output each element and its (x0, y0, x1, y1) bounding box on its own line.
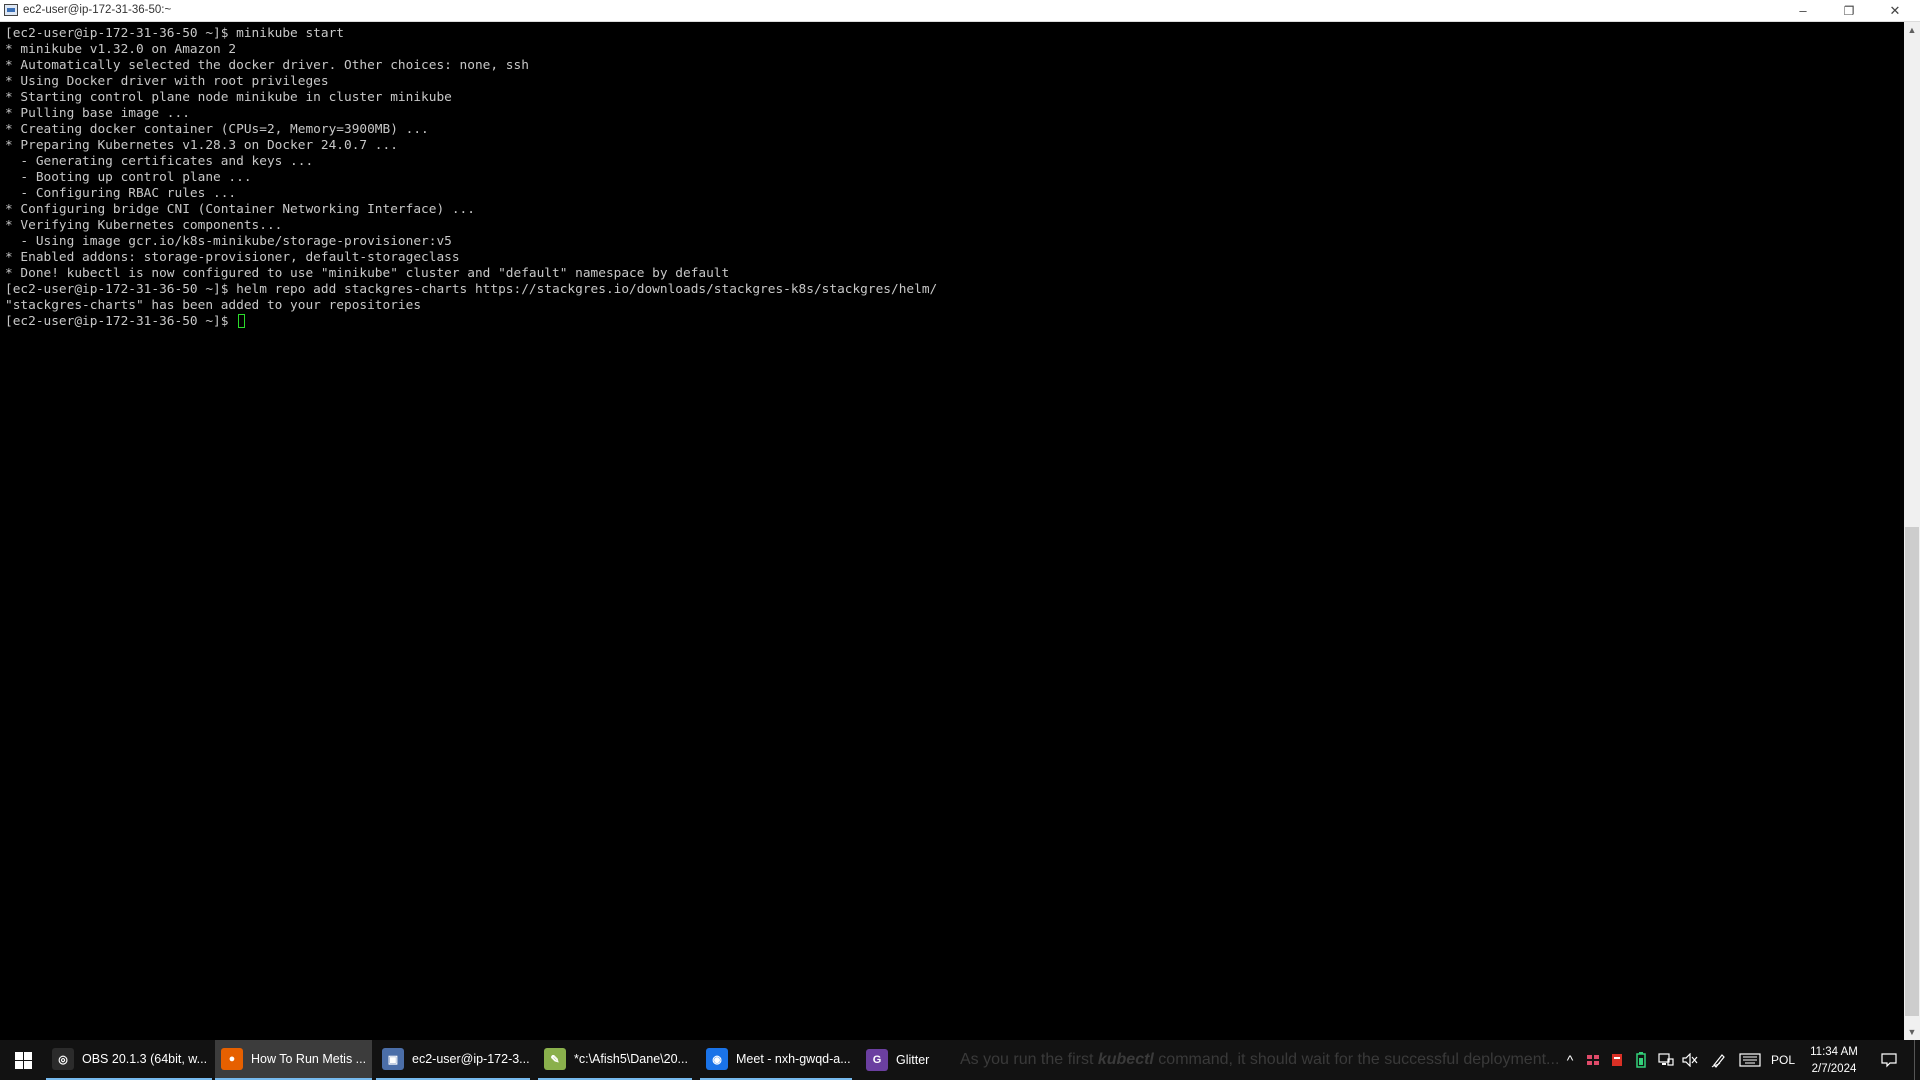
tray-network-app-icon[interactable] (1583, 1040, 1603, 1080)
terminal-line: * Using Docker driver with root privileg… (5, 74, 329, 89)
scrollbar-thumb[interactable] (1905, 527, 1919, 1016)
taskbar-app-label: How To Run Metis ... (251, 1052, 367, 1066)
action-center-notification-icon[interactable] (1876, 1040, 1902, 1080)
close-button[interactable]: ✕ (1872, 0, 1918, 21)
terminal-line: - Using image gcr.io/k8s-minikube/storag… (5, 234, 452, 249)
terminal-line: * Starting control plane node minikube i… (5, 90, 452, 105)
taskbar-app-chrome[interactable]: ◉ Meet - nxh-gwqd-a... (700, 1040, 852, 1080)
show-desktop-button[interactable] (1914, 1040, 1920, 1080)
terminal-line: * Enabled addons: storage-provisioner, d… (5, 250, 460, 265)
tray-pdf-icon[interactable] (1607, 1040, 1627, 1080)
terminal-cursor (238, 314, 246, 328)
input-language-indicator[interactable]: POL (1768, 1040, 1798, 1080)
terminal-line: - Generating certificates and keys ... (5, 154, 314, 169)
clock-date: 2/7/2024 (1811, 1063, 1857, 1075)
putty-icon: ▣ (382, 1048, 404, 1070)
minimize-button[interactable]: – (1780, 0, 1826, 21)
terminal-line: * Creating docker container (CPUs=2, Mem… (5, 122, 429, 137)
taskbar-app-putty[interactable]: ▣ ec2-user@ip-172-3... (376, 1040, 530, 1080)
show-hidden-icons-chevron-icon[interactable]: ^ (1562, 1040, 1578, 1080)
scroll-down-arrow-icon[interactable]: ▼ (1904, 1024, 1920, 1040)
taskbar-app-label: Glitter (896, 1053, 930, 1067)
taskbar-app-obs[interactable]: ◎ OBS 20.1.3 (64bit, w... (46, 1040, 212, 1080)
terminal-line: [ec2-user@ip-172-31-36-50 ~]$ minikube s… (5, 26, 344, 41)
scroll-up-arrow-icon[interactable]: ▲ (1904, 22, 1920, 38)
network-icon[interactable] (1655, 1040, 1677, 1080)
terminal-output: [ec2-user@ip-172-31-36-50 ~]$ minikube s… (5, 26, 937, 330)
notepad-plus-plus-icon: ✎ (544, 1048, 566, 1070)
terminal-prompt-line: [ec2-user@ip-172-31-36-50 ~]$ (5, 314, 937, 330)
terminal-line: - Booting up control plane ... (5, 170, 252, 185)
obs-icon: ◎ (52, 1048, 74, 1070)
terminal-line: * Configuring bridge CNI (Container Netw… (5, 202, 475, 217)
taskbar-app-firefox[interactable]: ● How To Run Metis ... (215, 1040, 372, 1080)
terminal-line: * Done! kubectl is now configured to use… (5, 266, 730, 281)
terminal-prompt: [ec2-user@ip-172-31-36-50 ~]$ (5, 314, 237, 329)
volume-muted-icon[interactable] (1679, 1040, 1701, 1080)
restore-button[interactable]: ❐ (1826, 0, 1872, 21)
terminal-line: * Automatically selected the docker driv… (5, 58, 529, 73)
tray-battery-monitor-icon[interactable] (1631, 1040, 1651, 1080)
terminal-line: "stackgres-charts" has been added to you… (5, 298, 422, 313)
terminal-line: * Pulling base image ... (5, 106, 190, 121)
taskbar: ◎ OBS 20.1.3 (64bit, w... ● How To Run Meti… (0, 1040, 1920, 1080)
windows-start-icon (14, 1051, 32, 1069)
touch-keyboard-icon[interactable] (1736, 1040, 1764, 1080)
chrome-icon: ◉ (706, 1048, 728, 1070)
title-bar: ec2-user@ip-172-31-36-50:~ – ❐ ✕ (0, 0, 1920, 22)
start-button[interactable] (0, 1040, 46, 1080)
subtitle-caption: As you run the first kubectl command, it… (960, 1051, 1560, 1068)
vertical-scrollbar[interactable]: ▲ ▼ (1904, 22, 1920, 1040)
taskbar-app-label: OBS 20.1.3 (64bit, w... (82, 1052, 208, 1066)
taskbar-app-label: Meet - nxh-gwqd-a... (736, 1052, 851, 1066)
terminal-line: * Preparing Kubernetes v1.28.3 on Docker… (5, 138, 398, 153)
firefox-icon: ● (221, 1048, 243, 1070)
taskbar-app-notepad-plus-plus[interactable]: ✎ *c:\Afish5\Dane\20... (538, 1040, 692, 1080)
taskbar-app-label: *c:\Afish5\Dane\20... (574, 1052, 688, 1066)
terminal-line: - Configuring RBAC rules ... (5, 186, 237, 201)
system-clock[interactable]: 11:34 AM 2/7/2024 (1800, 1044, 1868, 1078)
terminal-line: * Verifying Kubernetes components... (5, 218, 283, 233)
terminal-line: * minikube v1.32.0 on Amazon 2 (5, 42, 237, 57)
taskbar-app-label: ec2-user@ip-172-3... (412, 1052, 530, 1066)
putty-terminal-icon (4, 4, 18, 16)
terminal-area[interactable]: [ec2-user@ip-172-31-36-50 ~]$ minikube s… (0, 22, 1904, 1040)
glitter-icon: G (866, 1049, 888, 1071)
terminal-line: [ec2-user@ip-172-31-36-50 ~]$ helm repo … (5, 282, 938, 297)
clock-time: 11:34 AM (1810, 1046, 1858, 1058)
window-title: ec2-user@ip-172-31-36-50:~ (23, 4, 172, 16)
pen-ink-workspace-icon[interactable] (1708, 1040, 1730, 1080)
